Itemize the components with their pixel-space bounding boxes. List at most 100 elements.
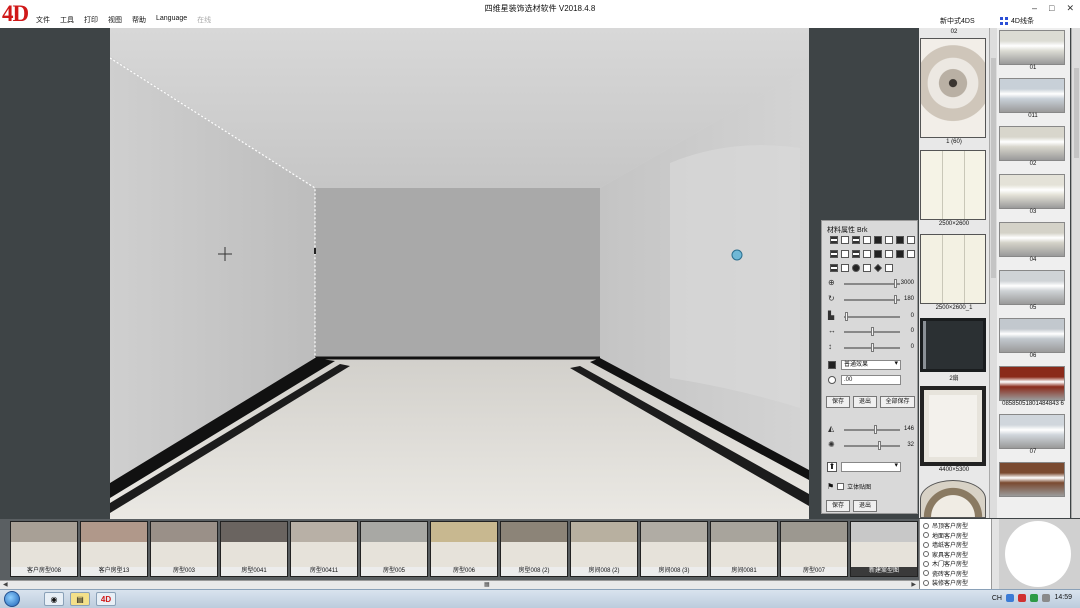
room-thumbnail[interactable]: 房型0041 [220,521,288,577]
slider-thumb[interactable] [874,425,878,434]
exit-button-2[interactable]: 退出 [853,500,877,512]
scroll-left-icon[interactable]: ◀ [3,581,8,588]
check-box-icon[interactable] [907,250,915,258]
slider-thumb[interactable] [845,312,849,321]
slider-thumb[interactable] [894,279,898,288]
slider-zoom[interactable]: ⊕ 3000 [826,279,918,289]
category-option[interactable]: 地面客户房型 [923,531,968,540]
material-item[interactable]: 2扇 [920,318,988,382]
effect-select[interactable]: 普通效果 [841,360,901,370]
check-box-icon[interactable] [863,250,871,258]
slider-thumb[interactable] [894,295,898,304]
room-3d-viewport[interactable] [110,28,809,519]
room-thumbnail[interactable]: 客户房型008 [10,521,78,577]
room-thumbnail[interactable]: 房型008 (2) [500,521,568,577]
close-icon[interactable]: ✕ [1066,3,1074,14]
slider-brightness[interactable]: ✺ 32 [826,441,918,451]
upload-icon[interactable]: ⬆ [827,462,837,472]
check-box-icon[interactable] [885,264,893,272]
network-icon[interactable] [1006,594,1014,602]
moulding-item[interactable]: 01 [999,30,1067,71]
moulding-item[interactable]: 06 [999,318,1067,359]
moulding-item[interactable]: 07 [999,414,1067,455]
radio-icon[interactable] [923,551,929,557]
moulding-scrollbar[interactable] [1071,28,1080,518]
material-item[interactable]: 4400×5300 [920,386,988,473]
radio-icon[interactable] [923,541,929,548]
room-thumbnail[interactable]: 房型007 [780,521,848,577]
checkbox-box[interactable] [837,483,845,490]
mirror-h-icon[interactable] [830,236,838,244]
menu-help[interactable]: 帮助 [132,15,146,25]
slider-vertical[interactable]: ↕ 0 [826,343,918,353]
save-all-button[interactable]: 全部保存 [880,396,915,408]
material-item[interactable] [920,480,988,518]
moulding-item[interactable]: 05 [999,270,1067,311]
slider-thumb[interactable] [870,327,874,336]
check-box-icon[interactable] [841,250,849,258]
check-box-icon[interactable] [885,236,893,244]
moulding-item[interactable]: 04 [999,222,1067,263]
start-button[interactable] [4,591,20,607]
moulding-item[interactable]: 03 [999,174,1067,215]
slider-offset[interactable]: ▙ 0 [826,312,918,322]
menu-view[interactable]: 视图 [108,15,122,25]
radio-icon[interactable] [923,570,929,576]
slider-thumb[interactable] [870,343,874,352]
column-icon[interactable] [852,250,860,258]
4d-app-icon[interactable]: 4D [96,592,116,606]
tab-4d-mouldings[interactable]: 4D线条 [1000,16,1034,26]
slider-horizontal[interactable]: ↔ 0 [826,327,918,337]
menu-language[interactable]: Language [156,15,187,25]
slider-rotate[interactable]: ↻ 180 [826,295,918,305]
radio-icon[interactable] [923,560,929,567]
mirror-v-icon[interactable] [852,236,860,244]
material-item[interactable]: 1 (60) [920,38,988,145]
minimize-icon[interactable]: – [1032,3,1037,14]
tile-icon[interactable] [874,236,882,244]
check-box-icon[interactable] [863,236,871,244]
category-option[interactable]: 木门客户房型 [923,559,968,568]
moulding-item[interactable]: 011 [999,78,1067,119]
input-method[interactable]: CH [992,595,1002,602]
diamond-icon[interactable] [874,264,882,272]
scroll-right-icon[interactable]: ▶ [911,581,916,588]
tab-new-chinese-4ds[interactable]: 新中式4DS [940,16,975,26]
pattern-icon[interactable] [874,250,882,258]
radio-icon[interactable] [923,522,929,529]
moulding-item[interactable] [999,462,1067,497]
explorer-icon[interactable]: ◉ [44,592,64,606]
category-option[interactable]: 瓷砖客户房型 [923,569,968,578]
room-thumbnail[interactable]: 房型003 [150,521,218,577]
room-thumbnail[interactable]: 房间008 (3) [640,521,708,577]
tile-2-icon[interactable] [896,236,904,244]
category-option[interactable]: 吊顶客户房型 [923,521,968,530]
exit-button[interactable]: 退出 [853,396,877,408]
option-select[interactable] [841,462,901,472]
room-thumbnail[interactable]: 房间008 (2) [570,521,638,577]
category-option[interactable]: 墙纸客户房型 [923,540,968,549]
category-option[interactable]: 装修客户房型 [923,578,968,587]
moulding-item[interactable]: 02 [999,126,1067,167]
pattern-2-icon[interactable] [896,250,904,258]
menu-file[interactable]: 文件 [36,15,50,25]
slider-light[interactable]: ◭ 146 [826,425,918,435]
slider-thumb[interactable] [877,441,881,450]
stripe-icon[interactable] [830,250,838,258]
folder-icon[interactable]: ▤ [70,592,90,606]
material-item[interactable]: 2500×2600_1 [920,234,988,311]
material-scrollbar[interactable] [989,28,997,518]
room-thumbnail[interactable]: 房间0081 [710,521,778,577]
check-box-icon[interactable] [885,250,893,258]
strip-scrollbar[interactable]: ◀ ▦ ▶ [0,580,919,589]
save-button-2[interactable]: 保存 [826,500,850,512]
room-thumbnail[interactable]: 客户房型13 [80,521,148,577]
save-button[interactable]: 保存 [826,396,850,408]
moulding-item[interactable]: 08585051801484843 6 [999,366,1067,407]
room-thumbnail[interactable]: 房型00411 [290,521,358,577]
material-item[interactable]: 02 [920,28,988,35]
check-box-icon[interactable] [841,236,849,244]
menu-tools[interactable]: 工具 [60,15,74,25]
scroll-thumb-icon[interactable]: ▦ [484,581,490,588]
room-thumbnail[interactable]: 新建案型图 [850,521,918,577]
